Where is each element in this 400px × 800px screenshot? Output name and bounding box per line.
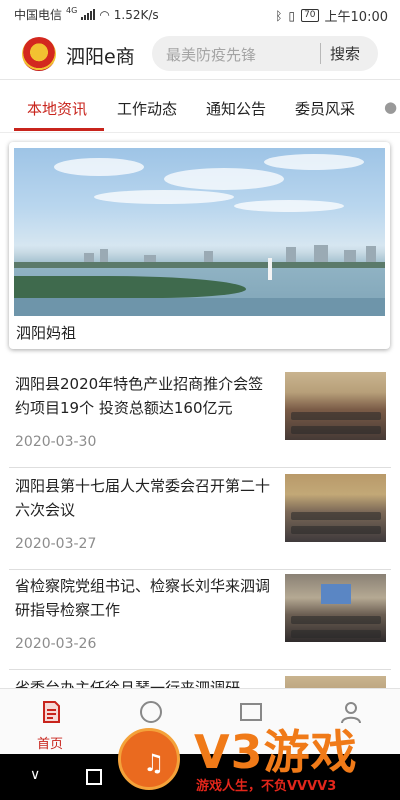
status-right: ᛒ ▯ 70 上午10:00 [275, 6, 388, 26]
news-thumbnail[interactable] [285, 372, 386, 440]
news-date: 2020-03-30 [15, 434, 97, 450]
news-thumbnail[interactable] [285, 474, 386, 542]
news-item[interactable]: 泗阳县2020年特色产业招商推介会签约项目19个 投资总额达160亿元 2020… [9, 368, 391, 468]
status-left: 中国电信 4G ◠ 1.52K/s [14, 6, 159, 23]
party-emblem-icon [22, 37, 56, 71]
nav-home[interactable]: 首页 [10, 689, 90, 755]
bluetooth-icon: ᛒ [275, 8, 283, 23]
tab-notices[interactable]: 通知公告 [206, 98, 266, 119]
projection-screen [321, 584, 351, 604]
search-placeholder[interactable]: 最美防疫先锋 [166, 44, 256, 65]
news-item[interactable]: 泗阳县第十七届人大常委会召开第二十六次会议 2020-03-27 [9, 470, 391, 570]
recent-apps-icon[interactable] [86, 769, 102, 785]
tab-work-news[interactable]: 工作动态 [117, 98, 177, 119]
news-date: 2020-03-26 [15, 636, 97, 652]
featured-article-card[interactable]: 泗阳妈祖 [9, 142, 390, 349]
featured-image[interactable] [14, 148, 385, 316]
network-label: 4G [66, 6, 78, 15]
featured-caption[interactable]: 泗阳妈祖 [16, 322, 76, 343]
tab-more-partial[interactable]: ● [384, 98, 397, 116]
active-tab-indicator [14, 128, 104, 131]
signal-icon [81, 9, 96, 20]
water-surface [14, 298, 385, 316]
search-button[interactable]: 搜索 [330, 43, 360, 64]
status-time: 上午10:00 [324, 10, 388, 25]
news-title[interactable]: 省检察院党组书记、检察长刘华来泗调研指导检察工作 [15, 574, 273, 622]
news-date: 2020-03-27 [15, 536, 97, 552]
status-bar: 中国电信 4G ◠ 1.52K/s ᛒ ▯ 70 上午10:00 [0, 0, 400, 28]
statue-figure [268, 258, 272, 280]
news-title[interactable]: 泗阳县第十七届人大常委会召开第二十六次会议 [15, 474, 273, 522]
watermark-logo: ♫ V3游戏 游戏人生，不负VVVV3 [112, 716, 400, 800]
watermark-tagline: 游戏人生，不负VVVV3 [196, 779, 337, 794]
search-input[interactable]: 最美防疫先锋 搜索 [152, 36, 378, 71]
island-trees [14, 276, 246, 298]
tab-local-news[interactable]: 本地资讯 [27, 98, 87, 119]
watermark-brand: V3游戏 [194, 725, 358, 779]
tabs-divider [0, 132, 400, 133]
search-divider [320, 43, 321, 64]
news-title[interactable]: 泗阳县2020年特色产业招商推介会签约项目19个 投资总额达160亿元 [15, 372, 273, 420]
nav-home-label[interactable]: 首页 [10, 733, 90, 752]
news-thumbnail[interactable] [285, 574, 386, 642]
vibrate-icon: ▯ [288, 8, 296, 23]
watermark-music-badge: ♫ [118, 728, 180, 790]
battery-icon: 70 [301, 9, 319, 22]
carrier-label: 中国电信 [14, 8, 63, 22]
tab-members[interactable]: 委员风采 [295, 98, 355, 119]
category-tabs: 本地资讯 工作动态 通知公告 委员风采 ● [0, 80, 400, 132]
back-chevron-icon[interactable]: ∨ [30, 767, 40, 783]
home-document-icon [43, 701, 60, 723]
far-shoreline [14, 262, 385, 268]
wifi-icon: ◠ [99, 7, 110, 22]
app-header: 泗阳e商 最美防疫先锋 搜索 [0, 28, 400, 80]
music-note-icon: ♫ [143, 749, 165, 777]
app-title: 泗阳e商 [66, 46, 135, 68]
network-speed: 1.52K/s [113, 7, 159, 22]
news-item[interactable]: 省检察院党组书记、检察长刘华来泗调研指导检察工作 2020-03-26 [9, 570, 391, 670]
